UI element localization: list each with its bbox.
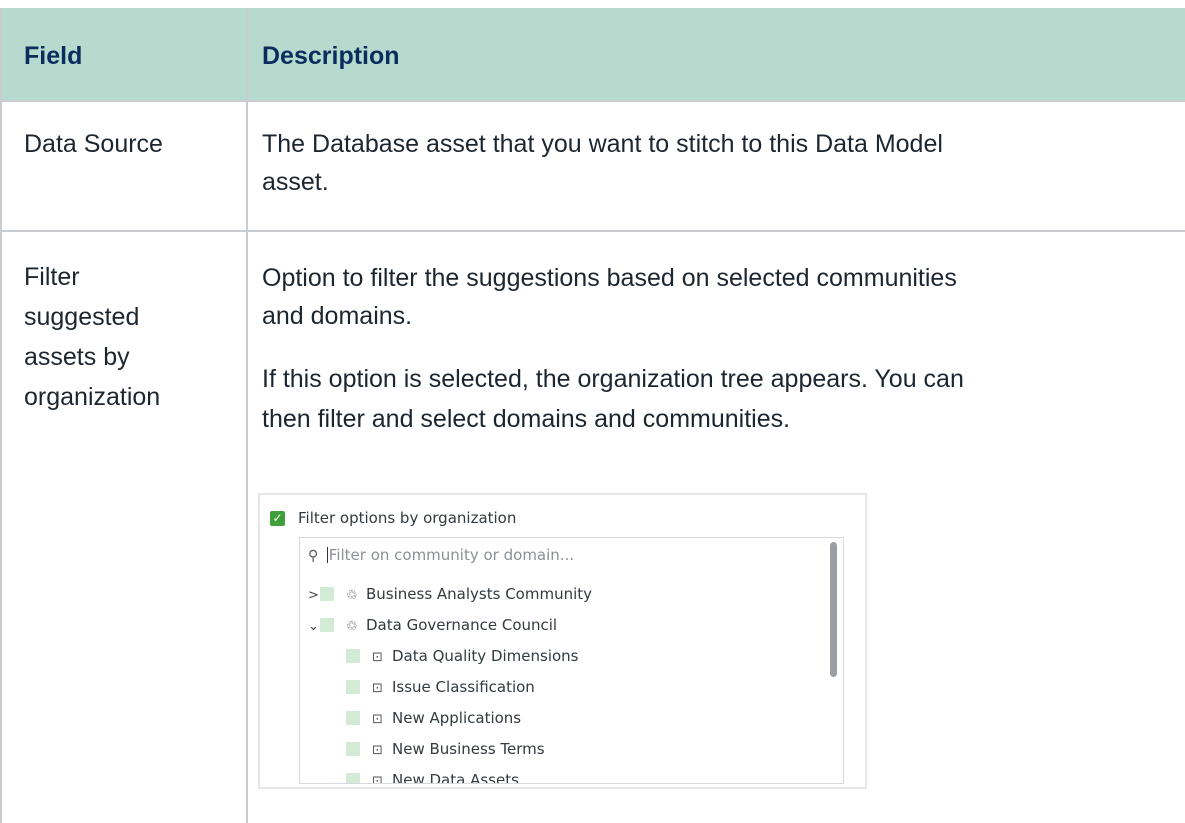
field-text: assets by — [24, 343, 130, 371]
chevron-right-icon[interactable]: > — [308, 584, 320, 608]
community-icon: ♲ — [346, 619, 358, 634]
organization-filter-screenshot: ✓ Filter options by organization ⚲ Filte… — [258, 493, 867, 789]
description-line: Option to filter the suggestions based o… — [262, 264, 957, 292]
domain-icon: ⊡ — [372, 712, 383, 727]
header-description: Description — [262, 42, 400, 70]
field-text: organization — [24, 383, 161, 411]
item-checkbox[interactable] — [320, 618, 334, 632]
description-paragraph: Option to filter the suggestions based o… — [262, 259, 957, 335]
tree-item-community[interactable]: > ♲ Business Analysts Community — [308, 582, 592, 606]
item-checkbox[interactable] — [346, 680, 360, 694]
filter-checkbox[interactable]: ✓ — [270, 511, 285, 526]
item-checkbox[interactable] — [346, 773, 360, 783]
domain-icon: ⊡ — [372, 681, 383, 696]
description-paragraph: If this option is selected, the organiza… — [262, 359, 964, 439]
tree-item-domain[interactable]: ⊡ New Data Assets — [346, 768, 519, 784]
field-cell: Data Source — [24, 125, 163, 163]
domain-icon: ⊡ — [372, 774, 383, 784]
header-field: Field — [24, 42, 83, 70]
tree-item-domain[interactable]: ⊡ Issue Classification — [346, 675, 535, 699]
item-checkbox[interactable] — [346, 711, 360, 725]
search-icon: ⚲ — [308, 548, 319, 564]
tree-item-label: New Business Terms — [392, 740, 545, 758]
tree-item-label: Business Analysts Community — [366, 585, 593, 603]
tree-item-domain[interactable]: ⊡ New Business Terms — [346, 737, 545, 761]
chevron-down-icon[interactable]: ⌄ — [308, 615, 320, 639]
text-cursor — [326, 547, 328, 563]
table-border-left — [0, 8, 2, 823]
tree-filter-input[interactable]: ⚲ Filter on community or domain... — [308, 546, 574, 564]
domain-icon: ⊡ — [372, 743, 383, 758]
description-line: and domains. — [262, 302, 413, 330]
tree-item-label: Data Quality Dimensions — [392, 647, 579, 665]
community-icon: ♲ — [346, 588, 358, 603]
description-line: asset. — [262, 168, 329, 196]
tree-item-label: New Data Assets — [392, 771, 519, 784]
table-row: Data Source The Database asset that you … — [0, 101, 1185, 232]
tree-item-label: New Applications — [392, 709, 522, 727]
tree-item-label: Data Governance Council — [366, 616, 558, 634]
field-text: Data Source — [24, 130, 163, 158]
tree-item-community[interactable]: ⌄ ♲ Data Governance Council — [308, 613, 557, 637]
tree-filter-placeholder: Filter on community or domain... — [328, 546, 575, 564]
field-cell: Filter suggested assets by organization — [24, 257, 160, 417]
description-line: The Database asset that you want to stit… — [262, 130, 943, 158]
field-text: Filter — [24, 263, 80, 291]
field-text: suggested — [24, 303, 140, 331]
tree-scrollbar[interactable] — [830, 542, 837, 677]
organization-tree: ⚲ Filter on community or domain... > ♲ Bus… — [299, 537, 844, 784]
tree-item-domain[interactable]: ⊡ Data Quality Dimensions — [346, 644, 579, 668]
description-line: then filter and select domains and commu… — [262, 405, 791, 433]
filter-checkbox-label: Filter options by organization — [298, 509, 517, 527]
item-checkbox[interactable] — [346, 649, 360, 663]
table-header: Field Description — [0, 8, 1185, 102]
description-line: If this option is selected, the organiza… — [262, 365, 964, 393]
description-cell: The Database asset that you want to stit… — [262, 125, 943, 201]
table-column-divider — [246, 8, 248, 823]
top-edge — [0, 0, 1185, 8]
item-checkbox[interactable] — [346, 742, 360, 756]
item-checkbox[interactable] — [320, 587, 334, 601]
tree-item-domain[interactable]: ⊡ New Applications — [346, 706, 521, 730]
tree-item-label: Issue Classification — [392, 678, 535, 696]
domain-icon: ⊡ — [372, 650, 383, 665]
